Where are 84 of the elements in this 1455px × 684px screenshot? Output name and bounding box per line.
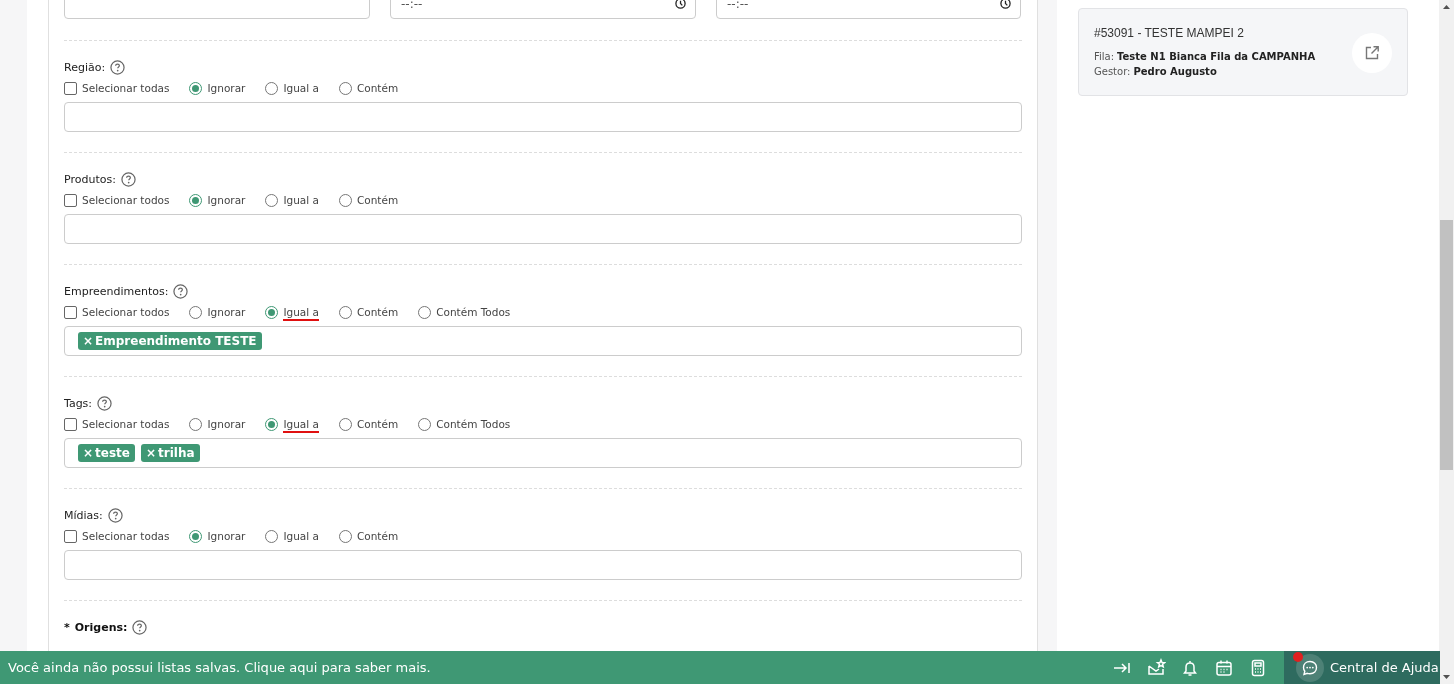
radio-button[interactable] — [189, 81, 203, 95]
option-label: Ignorar — [207, 194, 246, 206]
checkbox[interactable] — [64, 305, 77, 319]
option-label: Igual a — [283, 306, 319, 321]
option-label: Igual a — [283, 530, 319, 542]
option-label: Igual a — [283, 418, 319, 433]
radio-button[interactable] — [338, 529, 352, 543]
option-label: Ignorar — [207, 530, 246, 542]
option-label: Selecionar todos — [82, 194, 170, 206]
field-label: Origens: — [74, 620, 128, 634]
multi-select-field[interactable] — [64, 214, 1022, 244]
radio-button[interactable] — [338, 417, 352, 431]
info-label: Fila: — [1094, 50, 1115, 62]
multi-select-field[interactable] — [64, 102, 1022, 132]
envelope-star-icon[interactable] — [1146, 657, 1166, 678]
option-label: Igual a — [283, 194, 319, 206]
radio-button[interactable] — [418, 305, 432, 319]
help-icon[interactable] — [110, 59, 126, 75]
option-label: Contém — [356, 530, 399, 542]
multi-select-field[interactable]: × Empreendimento TESTE — [64, 326, 1022, 356]
option-label: Contém — [356, 82, 399, 94]
radio-button[interactable] — [265, 417, 279, 431]
option-label: Ignorar — [207, 418, 246, 430]
checkbox[interactable] — [64, 417, 77, 431]
radio-button[interactable] — [189, 193, 203, 207]
checkbox[interactable] — [64, 193, 77, 207]
radio-button[interactable] — [338, 193, 352, 207]
required-mark: * — [64, 620, 70, 634]
help-icon[interactable] — [120, 171, 136, 187]
radio-button[interactable] — [338, 305, 352, 319]
multi-select-field[interactable] — [64, 550, 1022, 580]
tag-chip[interactable]: × Empreendimento TESTE — [78, 332, 262, 350]
checkbox[interactable] — [64, 529, 77, 543]
info-value: Teste N1 Bianca Fila da CAMPANHA — [1117, 50, 1316, 62]
radio-button[interactable] — [265, 305, 279, 319]
field-label: Empreendimentos: — [64, 284, 169, 298]
scroll-down-arrow-icon[interactable] — [1443, 675, 1450, 679]
option-label: Contém Todos — [436, 418, 511, 430]
option-label: Selecionar todas — [82, 418, 170, 430]
checkbox[interactable] — [64, 81, 77, 95]
option-label: Contém — [356, 306, 399, 318]
tag-chip[interactable]: × teste — [78, 444, 135, 462]
open-external-button[interactable] — [1352, 33, 1392, 73]
field-label: Região: — [64, 60, 106, 74]
multi-select-field[interactable]: × teste × trilha — [64, 438, 1022, 468]
scrollbar[interactable] — [1439, 0, 1454, 684]
field-label: Tags: — [64, 396, 93, 410]
radio-button[interactable] — [265, 529, 279, 543]
card-title: #53091 - TESTE MAMPEI 2 — [1094, 25, 1245, 40]
info-value: Pedro Augusto — [1133, 65, 1217, 77]
option-label: Igual a — [283, 82, 319, 94]
option-label: Contém Todos — [436, 306, 511, 318]
option-label: Selecionar todas — [82, 530, 170, 542]
scroll-up-arrow-icon[interactable] — [1443, 5, 1450, 9]
option-label: Contém — [356, 194, 399, 206]
option-label: Contém — [356, 418, 399, 430]
field-label: Produtos: — [64, 172, 116, 186]
radio-button[interactable] — [189, 529, 203, 543]
option-label: Selecionar todas — [82, 82, 170, 94]
clock-icon[interactable] — [675, 0, 686, 12]
option-label: Selecionar todos — [82, 306, 170, 318]
time-field[interactable]: --:-- — [716, 0, 1021, 19]
help-icon[interactable] — [97, 395, 113, 411]
help-center-button[interactable]: Central de Ajuda — [1284, 651, 1440, 684]
external-link-icon — [1364, 45, 1380, 61]
help-icon[interactable] — [173, 283, 189, 299]
radio-button[interactable] — [189, 305, 203, 319]
info-label: Gestor: — [1094, 65, 1131, 77]
option-label: Ignorar — [207, 82, 246, 94]
tag-chip[interactable]: × trilha — [140, 444, 200, 462]
chat-bubble-icon — [1301, 658, 1319, 677]
radio-button[interactable] — [338, 81, 352, 95]
scrollbar-thumb[interactable] — [1440, 220, 1453, 470]
help-icon[interactable] — [132, 619, 148, 635]
time-field[interactable]: --:-- — [390, 0, 696, 19]
radio-button[interactable] — [265, 81, 279, 95]
radio-button[interactable] — [265, 193, 279, 207]
field-label: Mídias: — [64, 508, 103, 522]
saved-lists-message[interactable]: Você ainda não possui listas salvas. Clique aqui para saber mais. — [0, 660, 1112, 675]
help-icon[interactable] — [107, 507, 123, 523]
radio-button[interactable] — [418, 417, 432, 431]
option-label: Ignorar — [207, 306, 246, 318]
clock-icon[interactable] — [1000, 0, 1011, 12]
radio-button[interactable] — [189, 417, 203, 431]
